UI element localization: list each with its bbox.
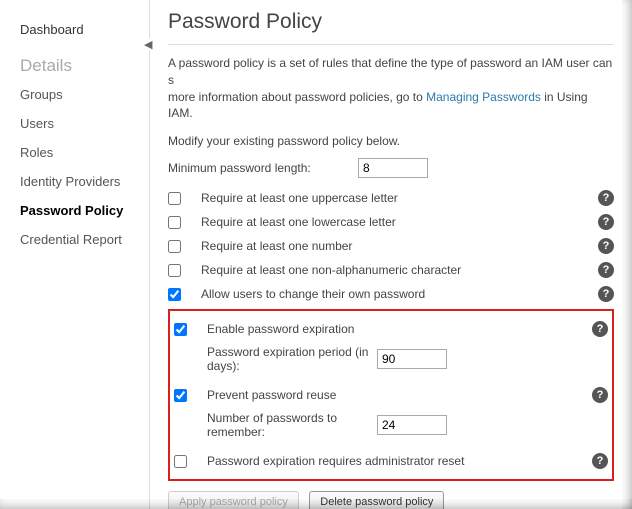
sidebar-item-groups[interactable]: Groups xyxy=(20,80,149,109)
min-length-input[interactable] xyxy=(358,158,428,178)
description: A password policy is a set of rules that… xyxy=(168,55,614,122)
highlighted-section: Enable password expiration ? Password ex… xyxy=(168,309,614,481)
help-icon[interactable]: ? xyxy=(592,387,608,403)
page-title: Password Policy xyxy=(168,10,614,34)
help-icon[interactable]: ? xyxy=(598,190,614,206)
sidebar-item-roles[interactable]: Roles xyxy=(20,138,149,167)
prevent-reuse-label: Prevent password reuse xyxy=(207,388,584,402)
divider xyxy=(168,44,614,45)
number-checkbox[interactable] xyxy=(168,240,181,253)
min-length-label: Minimum password length: xyxy=(168,161,358,175)
allow-change-checkbox[interactable] xyxy=(168,288,181,301)
enable-expiration-label: Enable password expiration xyxy=(207,322,584,336)
collapse-handle-icon[interactable]: ◀ xyxy=(144,38,152,51)
help-icon[interactable]: ? xyxy=(598,286,614,302)
expiration-period-input[interactable] xyxy=(377,349,447,369)
sidebar-item-dashboard[interactable]: Dashboard xyxy=(20,15,149,44)
sidebar-item-credential-report[interactable]: Credential Report xyxy=(20,225,149,254)
uppercase-checkbox[interactable] xyxy=(168,192,181,205)
help-icon[interactable]: ? xyxy=(598,262,614,278)
nonalpha-label: Require at least one non-alphanumeric ch… xyxy=(201,263,590,277)
enable-expiration-checkbox[interactable] xyxy=(174,323,187,336)
sidebar-item-password-policy[interactable]: Password Policy xyxy=(20,196,149,225)
admin-reset-checkbox[interactable] xyxy=(174,455,187,468)
lowercase-checkbox[interactable] xyxy=(168,216,181,229)
remember-input[interactable] xyxy=(377,415,447,435)
uppercase-label: Require at least one uppercase letter xyxy=(201,191,590,205)
sidebar-item-users[interactable]: Users xyxy=(20,109,149,138)
sidebar-item-identity-providers[interactable]: Identity Providers xyxy=(20,167,149,196)
modify-text: Modify your existing password policy bel… xyxy=(168,134,614,148)
help-icon[interactable]: ? xyxy=(598,214,614,230)
remember-label: Number of passwords to remember: xyxy=(207,411,377,439)
apply-button: Apply password policy xyxy=(168,491,299,509)
managing-passwords-link[interactable]: Managing Passwords xyxy=(426,90,541,104)
allow-change-label: Allow users to change their own password xyxy=(201,287,590,301)
nonalpha-checkbox[interactable] xyxy=(168,264,181,277)
main-content: Password Policy A password policy is a s… xyxy=(150,0,632,509)
sidebar-heading: Details xyxy=(20,44,149,80)
lowercase-label: Require at least one lowercase letter xyxy=(201,215,590,229)
delete-button[interactable]: Delete password policy xyxy=(309,491,444,509)
desc-text-1: A password policy is a set of rules that… xyxy=(168,56,612,87)
help-icon[interactable]: ? xyxy=(592,453,608,469)
number-label: Require at least one number xyxy=(201,239,590,253)
sidebar: Dashboard Details Groups Users Roles Ide… xyxy=(0,0,150,509)
admin-reset-label: Password expiration requires administrat… xyxy=(207,454,584,468)
help-icon[interactable]: ? xyxy=(598,238,614,254)
expiration-period-label: Password expiration period (in days): xyxy=(207,345,377,373)
prevent-reuse-checkbox[interactable] xyxy=(174,389,187,402)
desc-text-2: more information about password policies… xyxy=(168,90,426,104)
help-icon[interactable]: ? xyxy=(592,321,608,337)
